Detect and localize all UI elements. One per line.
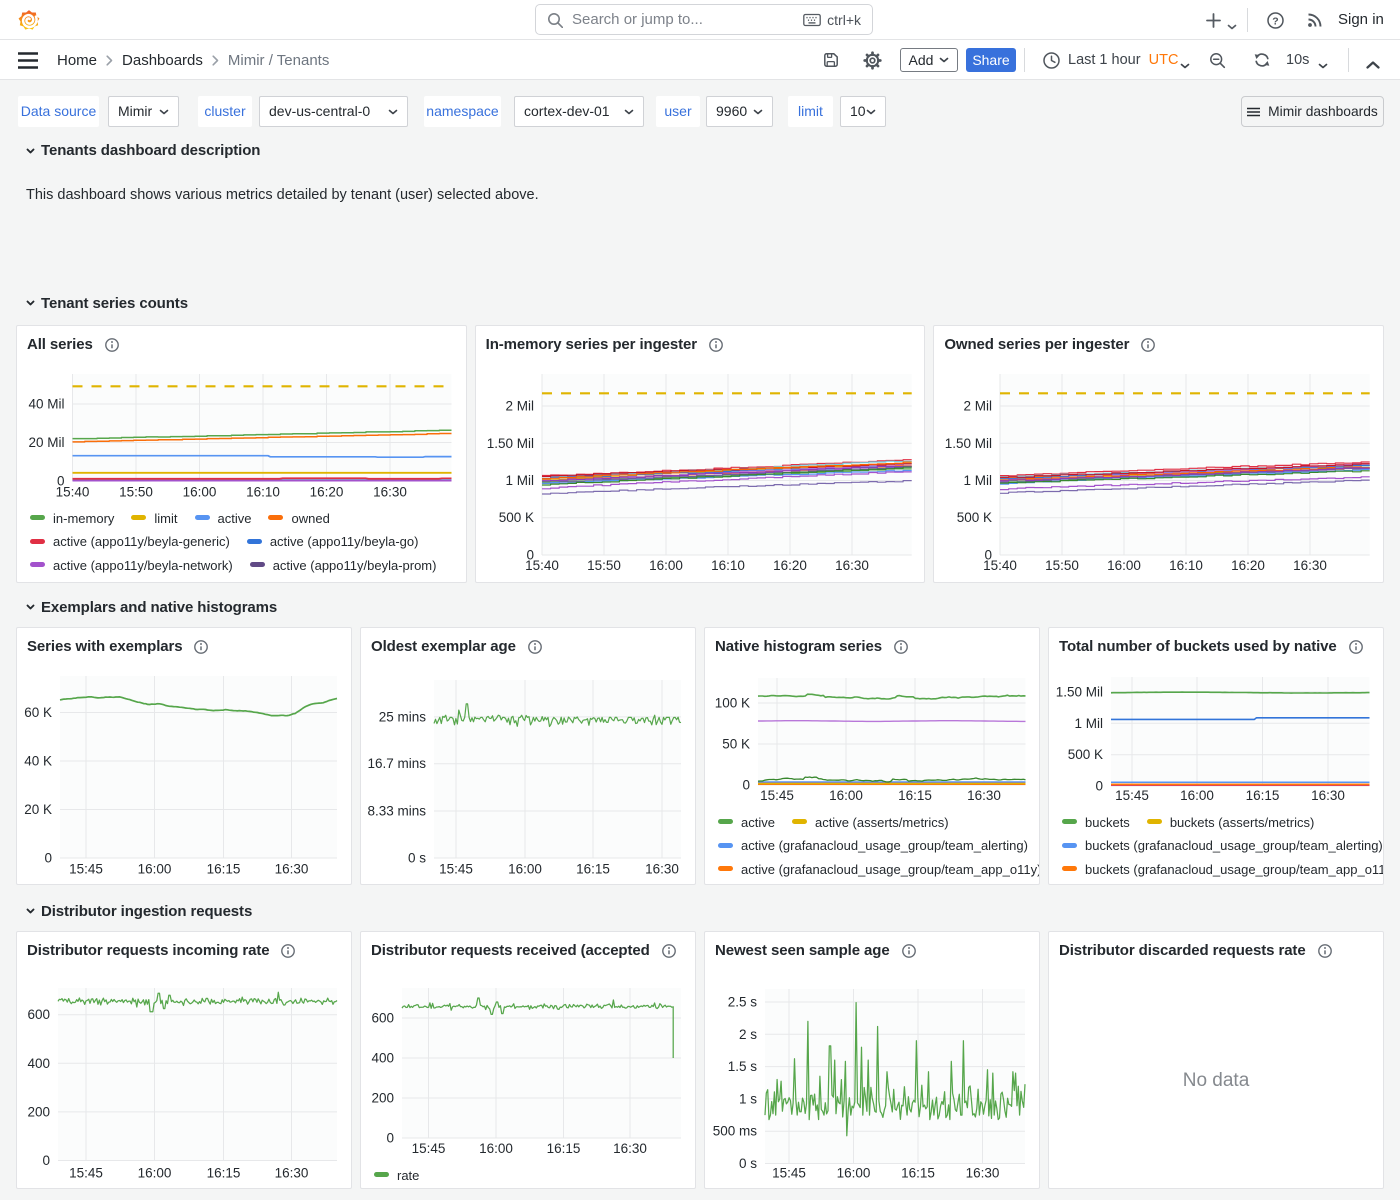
svg-text:500 K: 500 K [1068,747,1103,762]
svg-text:16.7 mins: 16.7 mins [367,756,426,771]
svg-text:60 K: 60 K [24,705,52,720]
svg-text:16:30: 16:30 [967,788,1001,803]
svg-text:0: 0 [742,778,750,793]
svg-text:16:15: 16:15 [547,1141,581,1156]
svg-text:15:45: 15:45 [69,1166,103,1181]
svg-text:1 Mil: 1 Mil [505,473,534,488]
svg-text:1.50 Mil: 1.50 Mil [945,436,992,451]
svg-text:15:45: 15:45 [69,862,103,877]
svg-text:16:00: 16:00 [1180,788,1214,803]
svg-text:15:50: 15:50 [1045,558,1079,573]
svg-text:50 K: 50 K [722,737,750,752]
svg-text:16:00: 16:00 [649,558,683,573]
svg-text:200: 200 [27,1104,50,1119]
svg-text:16:00: 16:00 [837,1166,871,1181]
svg-text:16:00: 16:00 [1107,558,1141,573]
svg-text:1 Mil: 1 Mil [964,473,993,488]
svg-text:15:45: 15:45 [412,1141,446,1156]
svg-text:15:40: 15:40 [983,558,1017,573]
svg-text:0: 0 [386,1131,394,1146]
svg-text:0 s: 0 s [408,851,426,866]
svg-text:100 K: 100 K [715,696,750,711]
svg-text:20 K: 20 K [24,802,52,817]
svg-text:16:10: 16:10 [1169,558,1203,573]
svg-text:16:20: 16:20 [773,558,807,573]
svg-text:16:30: 16:30 [1311,788,1345,803]
svg-text:16:00: 16:00 [829,788,863,803]
svg-text:15:45: 15:45 [439,862,473,877]
svg-text:16:00: 16:00 [479,1141,513,1156]
svg-text:200: 200 [371,1091,394,1106]
svg-text:8.33 mins: 8.33 mins [367,804,426,819]
svg-text:600: 600 [27,1007,50,1022]
svg-text:16:10: 16:10 [711,558,745,573]
svg-text:0: 0 [44,851,52,866]
svg-text:15:40: 15:40 [56,485,90,500]
svg-text:2 Mil: 2 Mil [964,399,993,414]
svg-text:25 mins: 25 mins [379,709,427,724]
svg-text:500 K: 500 K [957,510,992,525]
svg-text:16:00: 16:00 [138,862,172,877]
svg-text:15:45: 15:45 [760,788,794,803]
svg-text:15:50: 15:50 [119,485,153,500]
svg-text:16:00: 16:00 [138,1166,172,1181]
svg-text:16:00: 16:00 [183,485,217,500]
svg-text:0 s: 0 s [739,1156,757,1171]
svg-text:500 K: 500 K [498,510,533,525]
svg-text:400: 400 [27,1056,50,1071]
svg-text:16:00: 16:00 [508,862,542,877]
svg-text:500 ms: 500 ms [713,1124,758,1139]
svg-text:?: ? [1272,15,1278,27]
svg-text:1 Mil: 1 Mil [1074,716,1103,731]
svg-text:16:20: 16:20 [1231,558,1265,573]
svg-text:15:45: 15:45 [1115,788,1149,803]
svg-text:15:40: 15:40 [525,558,559,573]
svg-text:15:50: 15:50 [587,558,621,573]
svg-text:0: 0 [42,1153,50,1168]
svg-text:16:30: 16:30 [645,862,679,877]
svg-text:15:45: 15:45 [772,1166,806,1181]
svg-text:20 Mil: 20 Mil [28,435,64,450]
svg-text:1.50 Mil: 1.50 Mil [1056,684,1103,699]
svg-text:16:30: 16:30 [966,1166,1000,1181]
svg-text:16:15: 16:15 [207,1166,241,1181]
svg-text:2 Mil: 2 Mil [505,399,534,414]
svg-text:16:15: 16:15 [898,788,932,803]
svg-text:16:30: 16:30 [1293,558,1327,573]
svg-text:16:30: 16:30 [275,1166,309,1181]
svg-text:40 Mil: 40 Mil [28,397,64,412]
svg-text:16:30: 16:30 [275,862,309,877]
svg-text:16:15: 16:15 [1246,788,1280,803]
svg-text:16:15: 16:15 [901,1166,935,1181]
svg-text:400: 400 [371,1051,394,1066]
svg-text:16:30: 16:30 [373,485,407,500]
svg-text:16:30: 16:30 [835,558,869,573]
svg-text:1 s: 1 s [739,1091,757,1106]
svg-text:1.5 s: 1.5 s [728,1059,758,1074]
svg-text:40 K: 40 K [24,754,52,769]
svg-text:0: 0 [1095,779,1103,794]
svg-text:16:10: 16:10 [246,485,280,500]
svg-text:16:20: 16:20 [310,485,344,500]
svg-text:2 s: 2 s [739,1027,757,1042]
svg-text:2.5 s: 2.5 s [728,995,758,1010]
svg-text:16:30: 16:30 [613,1141,647,1156]
svg-text:600: 600 [371,1011,394,1026]
svg-text:1.50 Mil: 1.50 Mil [486,436,533,451]
svg-text:16:15: 16:15 [576,862,610,877]
svg-text:16:15: 16:15 [207,862,241,877]
